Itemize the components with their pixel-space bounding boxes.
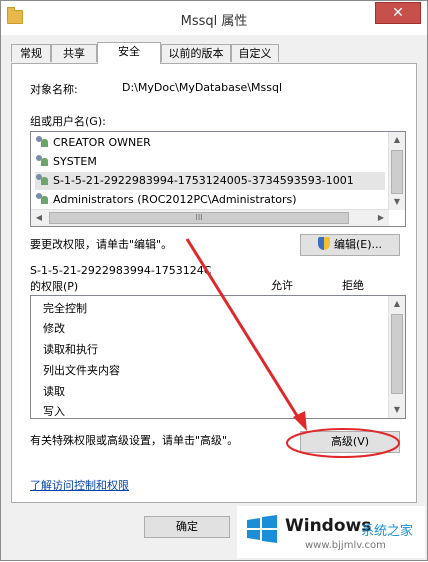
scroll-down-icon[interactable]: ▼ <box>389 194 405 210</box>
shield-icon <box>317 237 330 250</box>
list-item[interactable]: Administrators (ROC2012PC\Administrators… <box>35 191 297 209</box>
permissions-title: S-1-5-21-2922983994-1753124C <box>30 264 212 277</box>
permissions-title-line2: 的权限(P) <box>30 280 79 293</box>
watermark: Windows 系统之家 www.bjjmlv.com <box>237 506 425 558</box>
watermark-url: www.bjjmlv.com <box>305 540 386 551</box>
windows-logo-icon <box>247 515 277 543</box>
scroll-down-icon[interactable]: ▼ <box>389 402 405 418</box>
object-name-value: D:\MyDoc\MyDatabase\Mssql <box>122 81 283 94</box>
scroll-left-icon[interactable]: ◀ <box>31 210 47 226</box>
user-group-icon <box>35 193 49 205</box>
object-name-label: 对象名称: <box>30 83 78 96</box>
tab-general[interactable]: 常规 <box>11 44 51 62</box>
tab-sharing[interactable]: 共享 <box>51 44 97 62</box>
allow-column-header: 允许 <box>271 279 293 292</box>
list-item[interactable]: CREATOR OWNER <box>35 134 151 152</box>
list-item[interactable]: SYSTEM <box>35 153 97 171</box>
title-bar[interactable]: Mssql 属性 ✕ <box>1 1 427 35</box>
advanced-hint: 有关特殊权限或高级设置，请单击"高级"。 <box>30 434 239 447</box>
list-item: 列出文件夹内容 <box>43 364 120 377</box>
scroll-thumb[interactable]: III <box>49 212 349 224</box>
groups-label: 组或用户名(G): <box>30 115 106 128</box>
permissions-vertical-scrollbar[interactable]: ▲ ▼ <box>388 296 405 418</box>
list-item: 读取 <box>43 385 65 398</box>
tab-customize[interactable]: 自定义 <box>231 44 279 62</box>
close-button[interactable]: ✕ <box>375 2 421 24</box>
security-panel: 对象名称: D:\MyDoc\MyDatabase\Mssql 组或用户名(G)… <box>11 63 417 503</box>
list-item: 修改 <box>43 322 65 335</box>
edit-button[interactable]: 编辑(E)... <box>300 234 400 256</box>
list-item-selected[interactable]: S-1-5-21-2922983994-1753124005-373459359… <box>35 172 385 190</box>
groups-horizontal-scrollbar[interactable]: ◀ III ▶ <box>31 209 389 226</box>
tab-security[interactable]: 安全 <box>97 42 161 64</box>
advanced-button[interactable]: 高级(V) <box>300 431 400 453</box>
help-link[interactable]: 了解访问控制和权限 <box>30 477 129 493</box>
watermark-subtitle: 系统之家 <box>361 524 414 539</box>
scroll-up-icon[interactable]: ▲ <box>389 296 405 312</box>
scroll-right-icon[interactable]: ▶ <box>373 210 389 226</box>
unknown-user-icon <box>35 174 49 186</box>
watermark-brand: Windows <box>285 516 372 536</box>
ok-button[interactable]: 确定 <box>144 516 230 538</box>
properties-window: Mssql 属性 ✕ 常规 共享 安全 以前的版本 自定义 对象名称: D:\M… <box>0 0 428 561</box>
scroll-thumb[interactable] <box>391 314 403 394</box>
tab-previous-versions[interactable]: 以前的版本 <box>161 44 231 62</box>
groups-vertical-scrollbar[interactable]: ▲ ▼ <box>388 132 405 210</box>
list-item: 读取和执行 <box>43 343 98 356</box>
permissions-listbox[interactable]: 完全控制 修改 读取和执行 列出文件夹内容 读取 写入 ▲ ▼ <box>30 295 406 419</box>
scroll-thumb[interactable] <box>391 150 403 194</box>
window-title: Mssql 属性 <box>180 14 248 29</box>
edit-hint: 要更改权限，请单击"编辑"。 <box>30 238 173 251</box>
user-group-icon <box>35 155 49 167</box>
deny-column-header: 拒绝 <box>342 279 364 292</box>
list-item: 写入 <box>43 405 65 418</box>
scroll-up-icon[interactable]: ▲ <box>389 132 405 148</box>
user-group-icon <box>35 136 49 148</box>
groups-listbox[interactable]: CREATOR OWNER SYSTEM S-1-5-21-2922983994… <box>30 131 406 227</box>
list-item: 完全控制 <box>43 302 87 315</box>
